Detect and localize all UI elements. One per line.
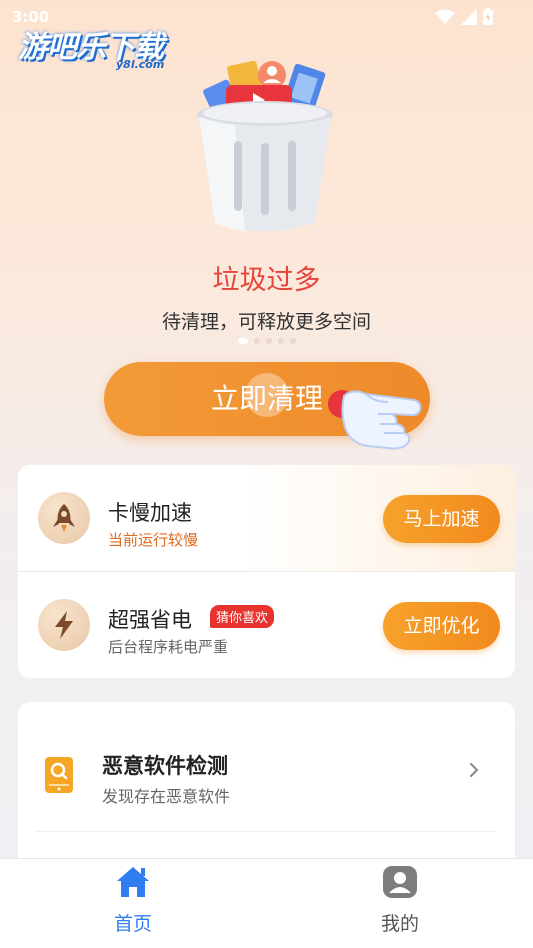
junk-headline: 垃圾过多 <box>212 265 321 296</box>
carousel-dot <box>265 338 272 344</box>
feature-row-battery[interactable]: 超强省电 猜你喜欢 后台程序耗电严重 立即优化 <box>18 572 515 678</box>
rocket-icon <box>38 492 90 544</box>
profile-icon <box>383 866 417 898</box>
optimize-button[interactable]: 立即优化 <box>383 602 500 650</box>
carousel-indicator <box>0 338 533 344</box>
tools-card: 恶意软件检测 发现存在恶意软件 <box>18 702 515 872</box>
feature-title: 超强省电 <box>108 608 192 632</box>
feature-subtitle: 当前运行较慢 <box>108 531 199 549</box>
tap-ripple <box>245 373 289 417</box>
tool-subtitle: 发现存在恶意软件 <box>102 787 231 806</box>
junk-subline: 待清理，可释放更多空间 <box>161 311 371 333</box>
nav-profile-label: 我的 <box>380 913 419 935</box>
nav-home[interactable]: 首页 <box>73 865 193 936</box>
phone-scan-icon <box>45 757 73 793</box>
status-icons <box>435 8 493 25</box>
nav-profile[interactable]: 我的 <box>340 865 460 936</box>
bottom-navigation: 首页 我的 <box>0 858 533 948</box>
chevron-right-icon <box>470 763 479 777</box>
watermark-logo: 游吧乐下载 y8l.com <box>18 22 164 71</box>
carousel-dot <box>277 338 284 344</box>
home-icon <box>117 867 149 897</box>
divider <box>36 831 496 832</box>
feature-row-speedup[interactable]: 卡慢加速 当前运行较慢 马上加速 <box>18 465 515 571</box>
speed-up-button[interactable]: 马上加速 <box>383 495 500 543</box>
feature-subtitle: 后台程序耗电严重 <box>108 638 229 656</box>
signal-icon <box>461 8 477 25</box>
recommend-badge: 猜你喜欢 <box>210 605 275 628</box>
trash-can-icon <box>197 60 333 231</box>
carousel-dot <box>253 338 260 344</box>
wifi-icon <box>435 9 455 24</box>
pointing-hand-icon <box>328 390 422 450</box>
trash-can-illustration <box>190 55 340 235</box>
feature-card: 卡慢加速 当前运行较慢 马上加速 超强省电 猜你喜欢 后台程序耗电严重 立即优化 <box>18 465 515 678</box>
carousel-dot <box>289 338 296 344</box>
carousel-dot <box>237 338 248 344</box>
nav-home-label: 首页 <box>113 913 152 935</box>
feature-title: 卡慢加速 <box>108 501 192 525</box>
watermark-subtext: y8l.com <box>116 58 165 71</box>
lightning-icon <box>38 599 90 651</box>
tool-title: 恶意软件检测 <box>102 754 228 778</box>
battery-icon <box>483 8 493 25</box>
